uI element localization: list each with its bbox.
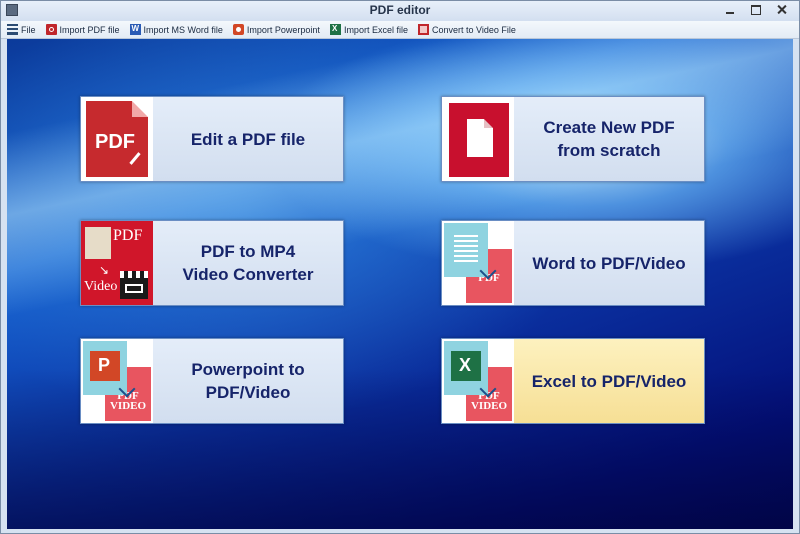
menu-import-excel-label: Import Excel file xyxy=(343,24,408,35)
title-bar[interactable]: PDF editor xyxy=(1,1,799,21)
menu-bar: File Import PDF file Import MS Word file… xyxy=(1,21,799,39)
pdf-icon xyxy=(45,24,57,35)
close-button[interactable] xyxy=(769,1,795,19)
menu-convert-video-label: Convert to Video File xyxy=(431,24,516,35)
menu-import-powerpoint[interactable]: Import Powerpoint xyxy=(227,21,324,38)
minimize-button[interactable] xyxy=(717,1,743,19)
powerpoint-icon xyxy=(232,24,244,35)
menu-import-pdf[interactable]: Import PDF file xyxy=(40,21,124,38)
clapperboard-icon xyxy=(120,271,148,299)
edit-pdf-label: Edit a PDF file xyxy=(190,129,306,149)
excel-to-pdf-label: Excel to PDF/Video xyxy=(531,371,687,391)
menu-convert-video[interactable]: Convert to Video File xyxy=(412,21,520,38)
menu-import-word[interactable]: Import MS Word file xyxy=(124,21,227,38)
app-window: PDF editor File Import PDF file Import M… xyxy=(0,0,800,534)
excel-to-pdf-button[interactable]: PDF VIDEO Excel to PDF/Video xyxy=(441,338,705,424)
menu-file[interactable]: File xyxy=(1,21,40,38)
powerpoint-to-pdf-icon: PDF VIDEO xyxy=(81,339,153,423)
pdf-to-mp4-button[interactable]: PDF ↘ Video PDF to MP4 Video Converter xyxy=(80,220,344,306)
word-to-pdf-button[interactable]: PDF Word to PDF/Video xyxy=(441,220,705,306)
excel-icon xyxy=(329,24,341,35)
powerpoint-to-pdf-label: Powerpoint to PDF/Video xyxy=(191,360,305,402)
window-title: PDF editor xyxy=(369,3,431,17)
create-new-pdf-label: Create New PDF from scratch xyxy=(543,118,675,160)
menu-import-pdf-label: Import PDF file xyxy=(59,24,120,35)
create-new-pdf-button[interactable]: Create New PDF from scratch xyxy=(441,96,705,182)
word-icon xyxy=(129,24,141,35)
pdf-to-video-icon: PDF ↘ Video xyxy=(81,221,153,305)
menu-import-word-label: Import MS Word file xyxy=(143,24,223,35)
word-to-pdf-label: Word to PDF/Video xyxy=(532,253,686,273)
edit-pdf-button[interactable]: PDF Edit a PDF file xyxy=(80,96,344,182)
main-panel: PDF Edit a PDF file Create New PDF from … xyxy=(7,39,793,529)
maximize-button[interactable] xyxy=(743,1,769,19)
powerpoint-to-pdf-button[interactable]: PDF VIDEO Powerpoint to PDF/Video xyxy=(80,338,344,424)
word-to-pdf-icon: PDF xyxy=(442,221,514,305)
thumb-video-text: Video xyxy=(84,279,118,294)
thumb-pdf-text: PDF xyxy=(113,227,143,244)
new-document-icon xyxy=(442,97,514,181)
menu-import-powerpoint-label: Import Powerpoint xyxy=(246,24,320,35)
pdf-to-mp4-label: PDF to MP4 Video Converter xyxy=(182,242,314,284)
video-icon xyxy=(417,24,429,35)
menu-file-label: File xyxy=(21,24,36,35)
excel-to-pdf-icon: PDF VIDEO xyxy=(442,339,514,423)
thumb-pdf-text: PDF xyxy=(95,131,135,153)
menu-list-icon xyxy=(7,24,18,35)
pdf-edit-icon: PDF xyxy=(81,97,153,181)
menu-import-excel[interactable]: Import Excel file xyxy=(324,21,412,38)
